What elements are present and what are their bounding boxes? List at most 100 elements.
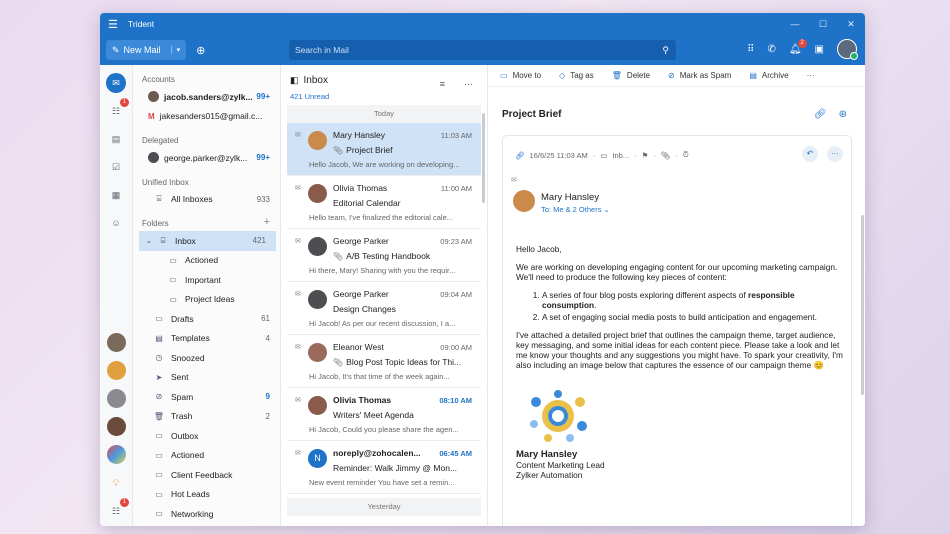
envelope-icon[interactable]: ✉ — [295, 290, 301, 298]
folder-label: All Inboxes — [171, 194, 213, 205]
message-list-item[interactable]: ✉ George Parker 09:23 AM 📎︎ A/B Testing Hand… — [287, 229, 481, 282]
folder-item-templates[interactable]: ▤ Templates 4 — [133, 329, 280, 349]
message-preview: Hello Jacob, We are working on developin… — [309, 160, 460, 169]
folder-item-hot-leads[interactable]: ▭ Hot Leads — [133, 485, 280, 505]
contact-avatar[interactable] — [107, 389, 126, 408]
add-folder-icon[interactable]: + — [264, 216, 270, 228]
more-options-icon[interactable]: ··· — [464, 79, 473, 89]
notes-icon[interactable]: ▦ — [106, 185, 126, 205]
more-actions-button[interactable]: ··· — [807, 71, 815, 80]
tag-as-button[interactable]: ◇ Tag as — [559, 71, 594, 80]
close-button[interactable]: ✕ — [837, 13, 865, 35]
contact-avatar[interactable] — [107, 361, 126, 380]
search-input[interactable]: Search in Mail ⚲ — [289, 40, 676, 60]
folder-item-outbox[interactable]: ▭ Outbox — [133, 426, 280, 446]
folder-item-important[interactable]: ▭ Important — [133, 270, 280, 290]
share-icon[interactable]: ⊛ — [839, 109, 847, 120]
message-list-item[interactable]: ✉ Eleanor West 09:00 AM 📎︎ Blog Post Topic I… — [287, 335, 481, 388]
reminder-icon[interactable]: ⏰︎ — [683, 150, 689, 160]
contact-avatar[interactable] — [107, 417, 126, 436]
folder-item-networking[interactable]: ▭ Networking — [133, 504, 280, 524]
envelope-icon[interactable]: ✉ — [295, 131, 301, 139]
folder-item-project-ideas[interactable]: ▭ Project Ideas — [133, 290, 280, 310]
message-subject-text: Design Changes — [333, 304, 396, 314]
flag-icon[interactable]: ⚑ — [642, 151, 649, 160]
user-avatar[interactable] — [837, 39, 858, 60]
contact-avatar[interactable] — [107, 333, 126, 352]
message-list-item[interactable]: ✉ George Parker 09:04 AM Design Changes Hi J… — [287, 282, 481, 335]
add-icon[interactable]: ⊕ — [196, 44, 205, 57]
message-list-item[interactable]: ✉ Nnoreply@zohocalen... 06:45 AM Reminder: … — [287, 441, 481, 494]
link-icon[interactable]: 🔗︎ — [814, 109, 827, 120]
compose-icon: ✎ — [112, 44, 120, 55]
envelope-icon[interactable]: ✉ — [295, 343, 301, 351]
folder-item-actioned[interactable]: ▭ Actioned — [133, 446, 280, 466]
account-item[interactable]: M jakesanders015@gmail.c... — [133, 107, 280, 127]
folder-item-snoozed[interactable]: ◷ Snoozed — [133, 348, 280, 368]
thread-link-icon[interactable]: 🔗︎ — [515, 151, 525, 160]
message-sender: Olivia Thomas — [333, 183, 388, 193]
tasks-icon[interactable]: ☑ — [106, 157, 126, 177]
message-list-item[interactable]: ✉ Olivia Thomas 08:10 AM Writers' Meet Agen… — [287, 388, 481, 441]
folder-item-client-feedback[interactable]: ▭ Client Feedback — [133, 465, 280, 485]
mail-icon[interactable]: ✉ — [106, 73, 126, 93]
message-card: 🔗︎ 16/6/25 11:03 AM · ▭ Inb... · ⚑ · 📎︎ … — [502, 135, 852, 526]
delegated-account-item[interactable]: george.parker@zylk... 99+ — [133, 148, 280, 168]
chat-icon[interactable]: ☷ 1 — [106, 98, 129, 121]
mark-as-spam-button[interactable]: ⊘ Mark as Spam — [668, 71, 731, 80]
recipients-label: To: Me & 2 Others — [541, 205, 602, 214]
filter-icon[interactable]: ≡ — [440, 79, 445, 89]
envelope-icon[interactable]: ✉ — [295, 396, 301, 404]
folder-item-sent[interactable]: ➤ Sent — [133, 368, 280, 388]
new-mail-button[interactable]: ✎ New Mail ▾ — [106, 40, 187, 60]
recipients[interactable]: To: Me & 2 Others ⌄ — [541, 205, 610, 214]
move-to-button[interactable]: ▭ Move to — [500, 71, 541, 80]
folder-count: 61 — [261, 314, 270, 324]
message-subject: Writers' Meet Agenda — [333, 410, 414, 420]
collapse-pane-icon[interactable]: ◧ — [290, 75, 299, 86]
feedback-icon[interactable]: ☷ 1 — [106, 498, 129, 521]
search-icon[interactable]: ⚲ — [662, 40, 669, 60]
apps-grid-icon[interactable]: ⠿ — [747, 44, 754, 55]
list-scrollbar[interactable] — [482, 113, 485, 203]
maximize-button[interactable]: ☐ — [809, 13, 837, 35]
calendar-icon[interactable]: ▤ — [106, 129, 126, 149]
attachment-icon[interactable]: 📎︎ — [661, 151, 671, 160]
account-item[interactable]: jacob.sanders@zylk... 99+ — [133, 87, 280, 107]
message-list-item[interactable]: ✉ Mary Hansley 11:03 AM 📎︎ Project Brief Hell… — [287, 123, 481, 176]
day-separator: Yesterday — [287, 498, 481, 516]
sender-name[interactable]: Mary Hansley — [541, 192, 599, 203]
folder-item-spam[interactable]: ⊘ Spam 9 — [133, 387, 280, 407]
layout-icon[interactable]: ▣ — [815, 44, 824, 55]
folder-item-inbox[interactable]: ⌄ ⌸ Inbox 421 — [139, 231, 276, 251]
unread-count: 421 Unread — [290, 92, 330, 101]
message-preview: Hi Jacob, It's that time of the week aga… — [309, 372, 450, 381]
contacts-icon[interactable]: ☺ — [106, 213, 126, 233]
bulb-icon[interactable]: 💡︎ — [106, 473, 126, 493]
message-time: 09:23 AM — [440, 237, 472, 246]
archive-button[interactable]: ▤ Archive — [749, 71, 788, 80]
contact-avatar[interactable] — [107, 445, 126, 464]
phone-icon[interactable]: ✆ — [767, 44, 775, 55]
folder-item-actioned[interactable]: ▭ Actioned — [133, 251, 280, 271]
reply-icon[interactable]: ↶ — [802, 146, 818, 162]
message-more-icon[interactable]: ··· — [827, 146, 843, 162]
reading-scrollbar[interactable] — [861, 215, 864, 395]
message-subject: Project Brief — [502, 109, 562, 120]
chevron-down-icon[interactable]: ⌄ — [145, 236, 153, 245]
envelope-icon[interactable]: ✉ — [295, 237, 301, 245]
all-inboxes-item[interactable]: ⌸ All Inboxes 933 — [133, 190, 280, 210]
delete-button[interactable]: 🗑︎ Delete — [612, 71, 650, 80]
new-mail-dropdown[interactable]: ▾ — [170, 46, 180, 54]
sender-avatar[interactable] — [513, 190, 535, 212]
folder-item-trash[interactable]: 🗑︎ Trash 2 — [133, 407, 280, 427]
folder-item-drafts[interactable]: ▭ Drafts 61 — [133, 309, 280, 329]
message-folder[interactable]: Inb... — [612, 151, 629, 160]
minimize-button[interactable]: — — [781, 13, 809, 35]
envelope-icon[interactable]: ✉ — [295, 449, 301, 457]
hamburger-menu-icon[interactable]: ☰ — [108, 18, 122, 31]
envelope-icon[interactable]: ✉ — [295, 184, 301, 192]
notifications-icon[interactable]: 🔔︎ 2 — [789, 38, 807, 55]
message-list-item[interactable]: ✉ Olivia Thomas 11:00 AM Editorial Calendar… — [287, 176, 481, 229]
action-label: Archive — [761, 71, 789, 80]
